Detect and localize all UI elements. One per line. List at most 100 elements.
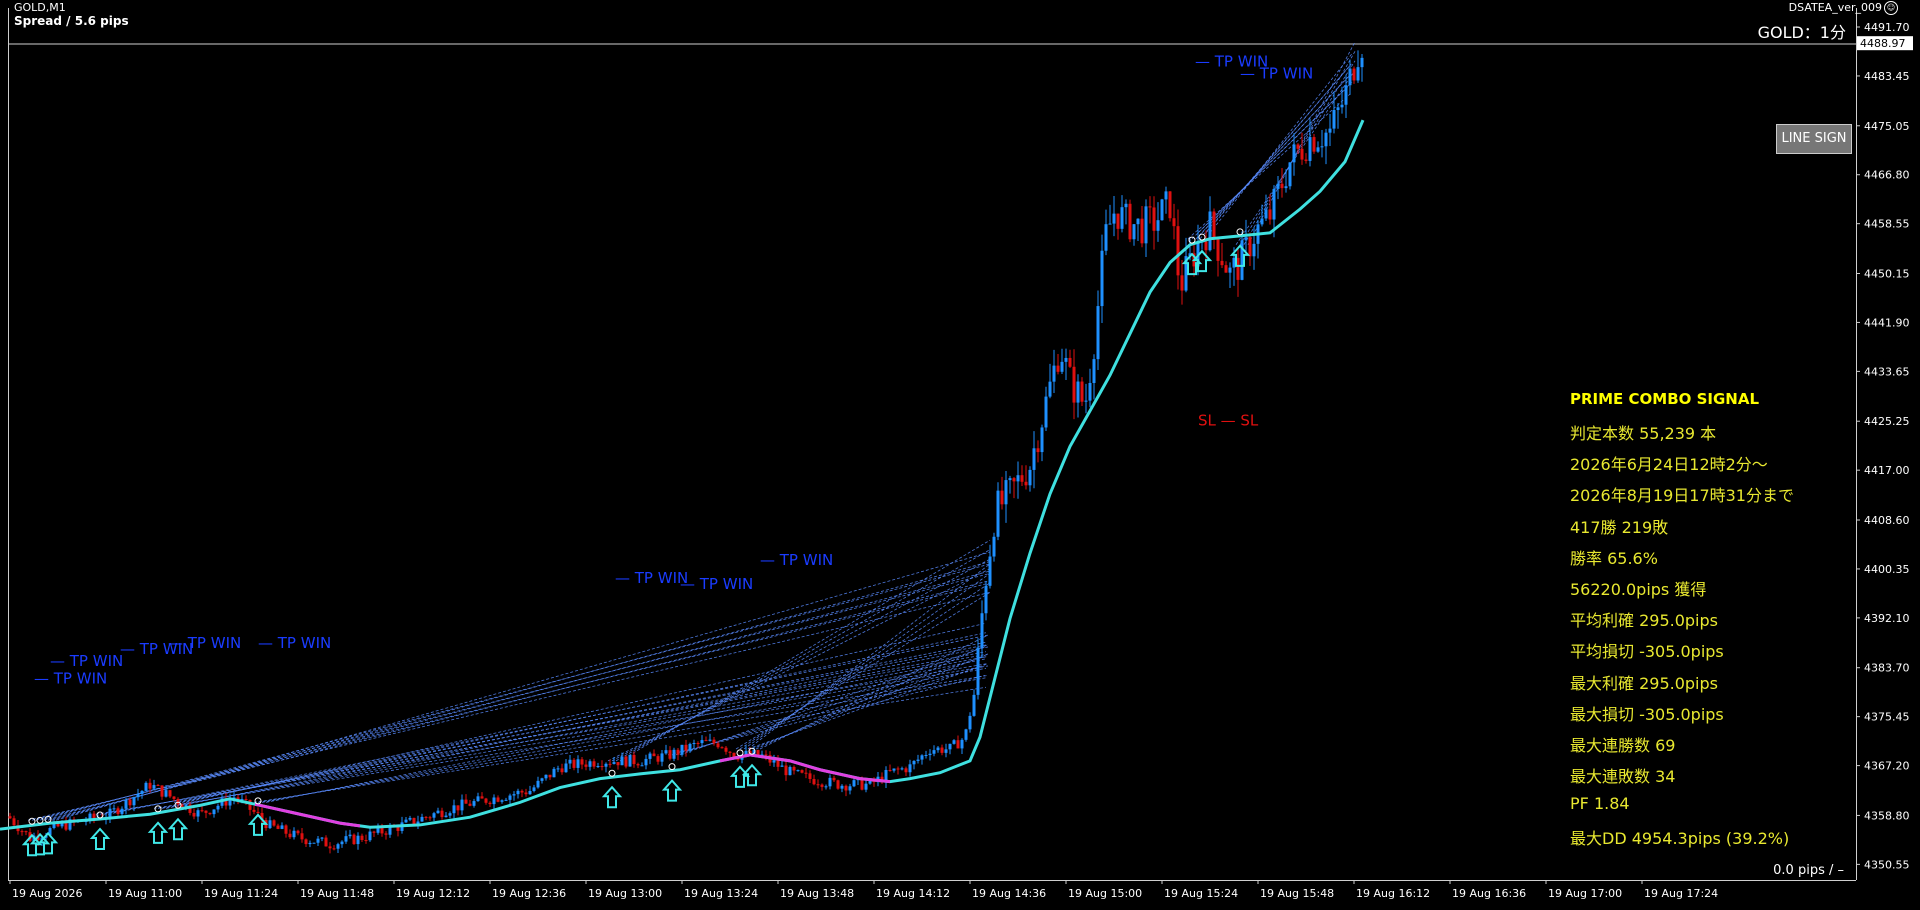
trade-line — [671, 665, 986, 756]
candle-body — [1096, 306, 1100, 360]
stats-panel: PRIME COMBO SIGNAL 判定本数 55,239 本 2026年6月… — [1570, 390, 1794, 857]
candles — [8, 50, 1364, 854]
candle-body — [520, 790, 524, 793]
candle-body — [552, 768, 556, 778]
buy-arrow-icon — [89, 827, 111, 850]
trade-line — [47, 570, 991, 821]
candle-body — [832, 777, 836, 781]
candle-body — [800, 770, 804, 773]
candle-body — [776, 760, 780, 767]
candle-body — [608, 763, 612, 765]
candle-body — [620, 756, 624, 766]
ea-name[interactable]: DSATEA_ver_009 — [1789, 1, 1882, 14]
candle-body — [424, 816, 428, 818]
chart-window[interactable]: — TP WIN — TP WIN — TP WIN — TP WIN — TP WIN… — [0, 0, 1920, 906]
buy-arrow-icon — [741, 763, 763, 787]
price-tick-label: 4400.35 — [1864, 563, 1910, 576]
buy-arrow-icon — [167, 817, 189, 841]
candle-body — [932, 750, 936, 754]
candle-body — [816, 784, 820, 786]
price-tick-label: 4483.45 — [1864, 70, 1910, 83]
price-tick-label: 4425.25 — [1864, 415, 1910, 428]
candle-body — [672, 749, 676, 759]
candle-body — [1152, 207, 1156, 231]
buy-arrow-icon — [601, 785, 623, 809]
price-tick-label: 4433.65 — [1864, 365, 1910, 378]
candle-body — [208, 812, 212, 815]
candle-body — [488, 802, 492, 805]
candle-body — [1360, 57, 1364, 68]
time-tick-label: 19 Aug 2026 — [12, 887, 82, 900]
candle-body — [1212, 211, 1216, 238]
candle-body — [468, 803, 472, 806]
smiley-icon[interactable]: ☺ — [1884, 1, 1898, 15]
entry-dot — [36, 816, 44, 824]
tp-win-labels: — TP WIN— TP WIN— TP WIN— TP WIN — TP WIN… — [34, 53, 1313, 688]
time-tick-label: 19 Aug 11:00 — [108, 887, 182, 900]
candle-body — [436, 810, 440, 814]
entry-dot — [608, 769, 616, 777]
candle-body — [716, 743, 720, 748]
time-tick-label: 19 Aug 15:00 — [1068, 887, 1142, 900]
candle-body — [164, 790, 168, 797]
time-tick-label: 19 Aug 11:24 — [204, 887, 278, 900]
candle-body — [276, 825, 280, 829]
candle-body — [116, 808, 120, 814]
candle-body — [708, 739, 712, 741]
candle-body — [408, 817, 412, 820]
candle-body — [1272, 188, 1276, 220]
candle-body — [896, 768, 900, 770]
candle-body — [1276, 183, 1280, 189]
candle-body — [344, 836, 348, 842]
candle-body — [920, 755, 924, 760]
candle-body — [1084, 400, 1088, 402]
candle-body — [972, 694, 976, 716]
candle-body — [440, 810, 444, 818]
entry-dot — [154, 805, 162, 813]
trade-line — [253, 686, 987, 803]
candle-body — [1320, 146, 1324, 148]
candle-body — [652, 753, 656, 757]
candle-body — [304, 839, 308, 845]
candle-body — [696, 743, 700, 745]
candle-body — [1048, 381, 1052, 397]
candle-body — [1020, 475, 1024, 482]
candle-body — [1080, 381, 1084, 402]
candle-body — [956, 740, 960, 749]
price-axis[interactable]: 4491.70 4483.45 4475.05 4466.80 4458.55 4450.… — [1856, 21, 1910, 871]
candle-body — [288, 833, 292, 838]
price-tick-label: 4367.20 — [1864, 760, 1910, 773]
price-tick-label: 4392.10 — [1864, 612, 1910, 625]
candle-body — [1072, 366, 1076, 403]
candle-body — [1280, 183, 1284, 189]
candle-body — [1036, 448, 1040, 453]
candle-body — [112, 808, 116, 810]
candle-body — [1252, 243, 1256, 257]
candle-body — [384, 833, 388, 835]
candle-body — [1016, 475, 1020, 482]
candle-body — [912, 760, 916, 765]
candle-body — [144, 782, 148, 791]
candle-body — [1336, 107, 1340, 111]
time-axis[interactable]: 19 Aug 2026 19 Aug 11:00 19 Aug 11:24 19 Au… — [9, 880, 1718, 900]
candle-body — [204, 810, 208, 813]
candle-body — [1204, 241, 1208, 251]
symbol-label[interactable]: GOLD,M1 — [14, 1, 66, 14]
price-tick-label: 4417.00 — [1864, 464, 1910, 477]
candle-body — [1172, 218, 1176, 227]
candle-body — [604, 763, 608, 767]
trade-line — [747, 663, 989, 750]
trade-line — [181, 632, 987, 803]
candle-body — [212, 809, 216, 815]
time-tick-label: 19 Aug 12:12 — [396, 887, 470, 900]
current-price-label: 4488.97 — [1860, 37, 1906, 50]
candle-body — [632, 754, 636, 765]
candle-body — [784, 765, 788, 776]
candle-body — [560, 768, 564, 773]
candle-body — [824, 786, 828, 788]
line-sign-button[interactable]: LINE SIGN — [1776, 124, 1852, 154]
candle-body — [1328, 128, 1332, 133]
time-tick-label: 19 Aug 13:48 — [780, 887, 854, 900]
candle-body — [848, 786, 852, 791]
candle-body — [336, 844, 340, 849]
